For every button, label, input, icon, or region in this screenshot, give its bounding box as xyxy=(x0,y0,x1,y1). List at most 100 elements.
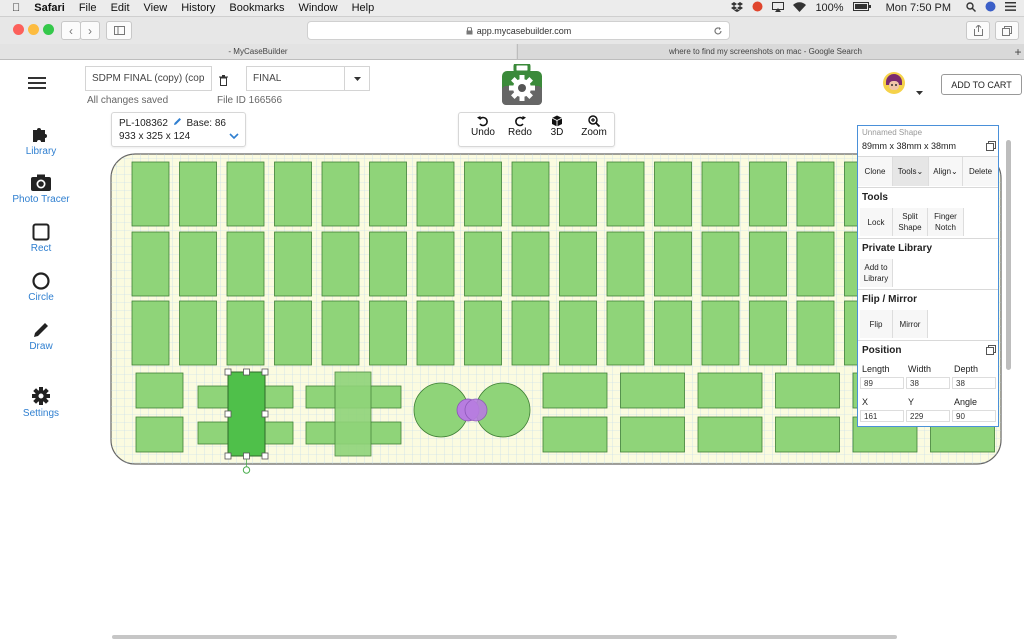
reload-icon[interactable] xyxy=(713,26,723,36)
share-button[interactable] xyxy=(966,21,990,40)
foam-pocket[interactable] xyxy=(179,300,217,366)
foam-pocket[interactable] xyxy=(796,300,835,366)
length-input[interactable]: 89 xyxy=(860,377,904,389)
vertical-scrollbar[interactable] xyxy=(1006,140,1011,370)
foam-pocket[interactable] xyxy=(749,161,787,227)
foam-pocket[interactable] xyxy=(796,161,835,227)
foam-pocket[interactable] xyxy=(464,161,502,227)
zoom-button[interactable]: Zoom xyxy=(576,115,612,138)
add-to-library-button[interactable]: Add to Library xyxy=(860,259,893,287)
foam-pocket[interactable] xyxy=(464,300,502,366)
forward-button[interactable]: › xyxy=(80,21,100,40)
menu-history[interactable]: History xyxy=(174,2,222,14)
foam-pocket[interactable] xyxy=(274,161,312,227)
menu-edit[interactable]: Edit xyxy=(104,2,137,14)
foam-pocket[interactable] xyxy=(654,161,692,227)
avatar-caret-icon[interactable] xyxy=(916,82,923,100)
mycasebuilder-logo[interactable] xyxy=(500,62,544,111)
airplay-icon[interactable] xyxy=(772,1,785,15)
split-shape-button[interactable]: Split Shape xyxy=(893,208,928,236)
angle-input[interactable]: 90 xyxy=(952,410,996,422)
foam-pocket[interactable] xyxy=(559,300,597,366)
y-input[interactable]: 229 xyxy=(906,410,950,422)
back-button[interactable]: ‹ xyxy=(61,21,81,40)
foam-pocket[interactable] xyxy=(697,416,763,453)
foam-pocket[interactable] xyxy=(321,231,360,297)
new-tab-button[interactable]: + xyxy=(1012,44,1024,59)
menu-bookmarks[interactable]: Bookmarks xyxy=(222,2,291,14)
foam-pocket[interactable] xyxy=(542,372,608,409)
delete-button[interactable]: Delete xyxy=(963,157,998,186)
sidebar-item-draw[interactable]: Draw xyxy=(0,321,82,352)
tab-overview-button[interactable] xyxy=(995,21,1019,40)
flip-button[interactable]: Flip xyxy=(860,310,893,338)
horizontal-scrollbar[interactable] xyxy=(112,635,897,639)
foam-pocket[interactable] xyxy=(416,161,455,227)
sidebar-item-photo-tracer[interactable]: Photo Tracer xyxy=(0,174,82,205)
copy-icon[interactable] xyxy=(986,345,996,355)
window-minimize-button[interactable] xyxy=(28,24,39,35)
add-to-cart-button[interactable]: ADD TO CART xyxy=(941,74,1022,95)
version-select[interactable]: FINAL xyxy=(246,66,370,91)
foam-pocket[interactable] xyxy=(749,231,787,297)
window-zoom-button[interactable] xyxy=(43,24,54,35)
foam-pocket[interactable] xyxy=(369,231,407,297)
tab-mycasebuilder[interactable]: - MyCaseBuilder xyxy=(0,44,516,59)
foam-pocket[interactable] xyxy=(775,372,840,409)
foam-pocket[interactable] xyxy=(274,231,312,297)
foam-pocket[interactable] xyxy=(274,300,312,366)
spotlight-icon[interactable] xyxy=(966,1,976,15)
foam-pocket[interactable] xyxy=(135,372,184,409)
foam-pocket[interactable] xyxy=(131,161,170,227)
undo-button[interactable]: Undo xyxy=(465,115,501,138)
lock-button[interactable]: Lock xyxy=(860,208,893,236)
shape-name-input[interactable]: Unnamed Shape xyxy=(862,128,922,137)
foam-pocket[interactable] xyxy=(654,300,692,366)
window-close-button[interactable] xyxy=(13,24,24,35)
rotate-handle[interactable] xyxy=(242,466,251,474)
mirror-button[interactable]: Mirror xyxy=(893,310,928,338)
foam-pocket[interactable] xyxy=(701,161,740,227)
foam-pocket[interactable] xyxy=(620,416,685,453)
dropbox-icon[interactable] xyxy=(731,1,744,15)
menu-safari[interactable]: Safari xyxy=(27,2,72,14)
foam-pocket[interactable] xyxy=(179,231,217,297)
case-info-box[interactable]: PL-108362 Base: 86 933 x 325 x 124 xyxy=(111,112,246,147)
notification-center-icon[interactable] xyxy=(1005,2,1016,14)
foam-pocket[interactable] xyxy=(226,161,265,227)
foam-pocket[interactable] xyxy=(511,231,550,297)
chevron-down-icon[interactable] xyxy=(229,133,239,139)
foam-pocket[interactable] xyxy=(416,231,455,297)
menu-view[interactable]: View xyxy=(137,2,175,14)
foam-pocket[interactable] xyxy=(654,231,692,297)
foam-pocket[interactable] xyxy=(701,231,740,297)
foam-pocket[interactable] xyxy=(226,231,265,297)
avatar[interactable] xyxy=(883,72,905,99)
view-3d-button[interactable]: 3D xyxy=(539,115,575,138)
finger-notch-button[interactable]: Finger Notch xyxy=(928,208,964,236)
redo-button[interactable]: Redo xyxy=(502,115,538,138)
sidebar-toggle-button[interactable] xyxy=(106,21,132,40)
copy-icon[interactable] xyxy=(986,141,996,151)
wifi-icon[interactable] xyxy=(793,1,807,15)
foam-pocket[interactable] xyxy=(796,231,835,297)
foam-pocket[interactable] xyxy=(131,300,170,366)
menu-window[interactable]: Window xyxy=(291,2,344,14)
width-input[interactable]: 38 xyxy=(906,377,950,389)
foam-pocket[interactable] xyxy=(775,416,840,453)
dropdown-toggle[interactable] xyxy=(344,67,369,90)
foam-pocket[interactable] xyxy=(321,300,360,366)
tools-dropdown[interactable]: Tools ⌄ xyxy=(893,157,929,186)
foam-pocket[interactable] xyxy=(511,161,550,227)
foam-pocket[interactable] xyxy=(559,231,597,297)
foam-pocket[interactable] xyxy=(606,300,645,366)
foam-pocket[interactable] xyxy=(749,300,787,366)
foam-pocket[interactable] xyxy=(464,231,502,297)
foam-pocket[interactable] xyxy=(606,161,645,227)
foam-pocket[interactable] xyxy=(511,300,550,366)
battery-icon[interactable] xyxy=(852,2,871,14)
address-bar[interactable]: app.mycasebuilder.com xyxy=(307,21,730,40)
foam-pocket[interactable] xyxy=(542,416,608,453)
foam-pocket[interactable] xyxy=(135,416,184,453)
sidebar-item-circle[interactable]: Circle xyxy=(0,272,82,303)
